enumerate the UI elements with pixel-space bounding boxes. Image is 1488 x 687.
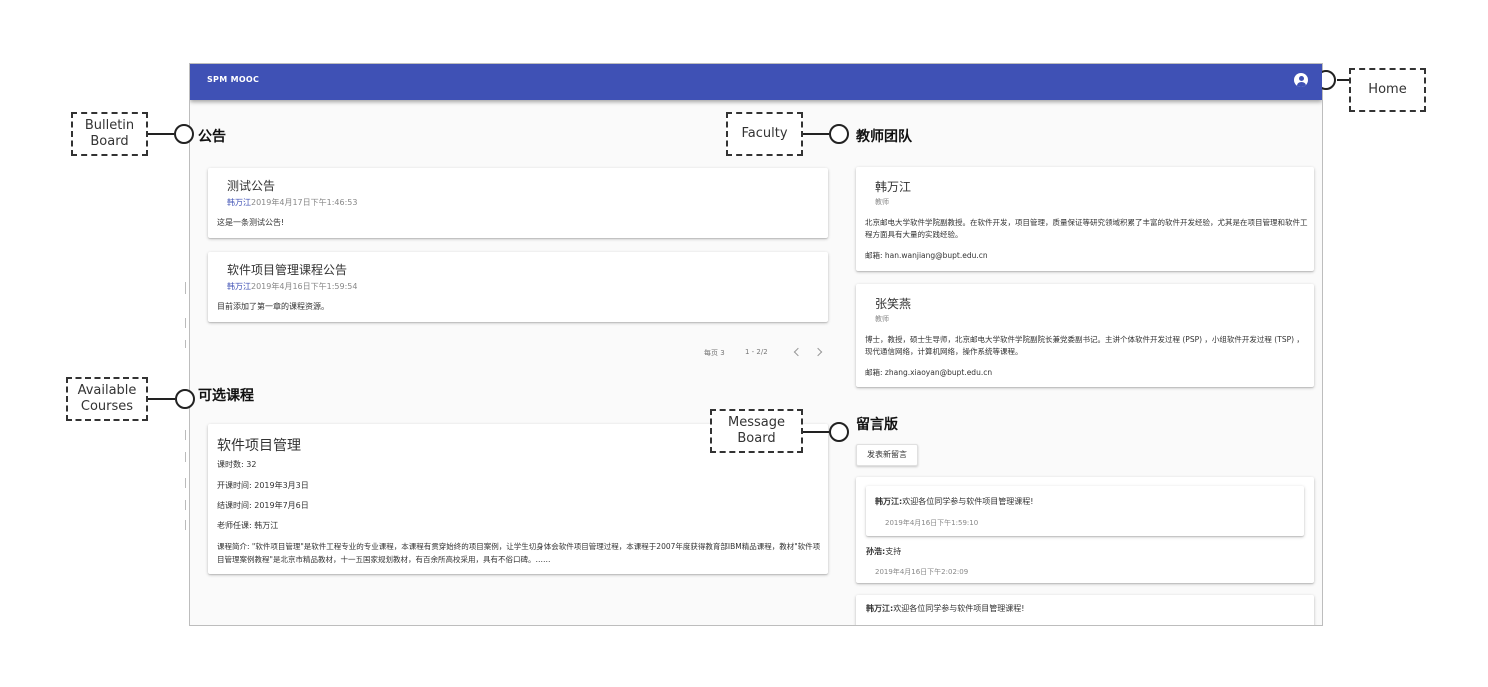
message-author: 韩万江:	[875, 497, 903, 506]
faculty-callout: Faculty	[726, 112, 803, 156]
margin-tick	[185, 340, 186, 348]
announcement-card[interactable]: 测试公告 韩万江2019年4月17日下午1:46:53 这是一条测试公告!	[208, 168, 828, 238]
message-connector	[803, 431, 829, 433]
faculty-card[interactable]: 张笑燕 教师 博士，教授，硕士生导师，北京邮电大学软件学院副院长兼党委副书记。主…	[856, 284, 1314, 387]
message-text: 欢迎各位同学参与软件项目管理课程!	[893, 604, 1025, 613]
margin-tick	[185, 500, 186, 510]
faculty-title: 教师团队	[856, 129, 912, 145]
per-page-select[interactable]: 每页 3	[704, 348, 725, 358]
message-text: 欢迎各位同学参与软件项目管理课程!	[902, 497, 1034, 506]
faculty-name: 韩万江	[875, 180, 912, 194]
announcement-author[interactable]: 韩万江	[227, 282, 251, 291]
account-circle-icon[interactable]	[1294, 73, 1308, 87]
faculty-email: 邮箱: zhang.xiaoyan@bupt.edu.cn	[865, 368, 993, 377]
faculty-bio: 北京邮电大学软件学院副教授。在软件开发，项目管理，质量保证等研究领域积累了丰富的…	[865, 218, 1308, 239]
announcement-meta: 韩万江2019年4月17日下午1:46:53	[227, 197, 357, 208]
faculty-bio: 博士，教授，硕士生导师，北京邮电大学软件学院副院长兼党委副书记。主讲个体软件开发…	[865, 335, 1304, 356]
message-line: 韩万江:欢迎各位同学参与软件项目管理课程!	[875, 495, 1033, 508]
announcement-time: 2019年4月17日下午1:46:53	[251, 198, 358, 207]
faculty-marker	[829, 124, 849, 144]
bulletin-marker	[174, 124, 194, 144]
margin-tick	[185, 452, 186, 462]
bulletin-title: 公告	[198, 129, 226, 145]
quoted-message[interactable]: 韩万江:欢迎各位同学参与软件项目管理课程! 2019年4月16日下午1:59:1…	[866, 486, 1304, 536]
faculty-role: 教师	[875, 315, 889, 323]
courses-connector	[148, 398, 175, 400]
message-thread-card[interactable]: 韩万江:欢迎各位同学参与软件项目管理课程!	[856, 595, 1314, 625]
bulletin-callout: Bulletin Board	[71, 112, 148, 156]
announcement-card[interactable]: 软件项目管理课程公告 韩万江2019年4月16日下午1:59:54 目前添加了第…	[208, 252, 828, 322]
course-name: 软件项目管理	[217, 438, 301, 454]
faculty-card[interactable]: 韩万江 教师 北京邮电大学软件学院副教授。在软件开发，项目管理，质量保证等研究领…	[856, 167, 1314, 271]
announcement-body: 这是一条测试公告!	[217, 218, 285, 227]
top-app-bar: SPM MOOC	[190, 64, 1322, 100]
message-line: 韩万江:欢迎各位同学参与软件项目管理课程!	[866, 602, 1024, 615]
message-callout: Message Board	[710, 409, 803, 453]
reply-text: 支持	[885, 547, 902, 556]
courses-callout: Available Courses	[66, 377, 148, 421]
margin-tick	[185, 478, 186, 488]
message-author: 韩万江:	[866, 604, 894, 613]
announcement-meta: 韩万江2019年4月16日下午1:59:54	[227, 281, 357, 292]
chevron-right-icon[interactable]	[813, 347, 823, 357]
chevron-left-icon[interactable]	[793, 347, 803, 357]
courses-title: 可选课程	[198, 388, 254, 404]
margin-tick	[185, 318, 186, 328]
margin-tick	[185, 520, 186, 530]
home-connector	[1337, 79, 1349, 81]
brand-title[interactable]: SPM MOOC	[207, 75, 259, 84]
faculty-name: 张笑燕	[875, 297, 912, 311]
announcement-body: 目前添加了第一章的课程资源。	[217, 302, 329, 311]
course-start: 开课时间: 2019年3月3日	[217, 481, 309, 490]
page-range: 1 - 2/2	[745, 348, 768, 356]
home-callout: Home	[1349, 68, 1426, 112]
message-marker	[829, 422, 849, 442]
announcement-time: 2019年4月16日下午1:59:54	[251, 282, 358, 291]
announcement-title: 软件项目管理课程公告	[227, 263, 348, 277]
margin-tick	[185, 430, 186, 440]
message-time: 2019年4月16日下午1:59:10	[885, 519, 979, 527]
faculty-email: 邮箱: han.wanjiang@bupt.edu.cn	[865, 251, 988, 260]
message-board-title: 留言版	[856, 417, 898, 433]
reply-line: 孙浩:支持	[866, 545, 901, 558]
courses-marker	[175, 389, 195, 409]
message-thread-card: 韩万江:欢迎各位同学参与软件项目管理课程! 2019年4月16日下午1:59:1…	[856, 477, 1314, 583]
bulletin-connector	[148, 133, 174, 135]
course-intro: 课程简介: "软件项目管理"是软件工程专业的专业课程，本课程有贯穿始终的项目案例…	[217, 542, 821, 564]
course-hours: 课时数: 32	[217, 460, 257, 469]
course-teacher: 老师任课: 韩万江	[217, 521, 279, 530]
announcement-author[interactable]: 韩万江	[227, 198, 251, 207]
course-end: 结课时间: 2019年7月6日	[217, 501, 309, 510]
new-message-button[interactable]: 发表新留言	[856, 444, 918, 466]
announcement-title: 测试公告	[227, 179, 276, 193]
margin-tick	[185, 282, 186, 294]
reply-author: 孙浩:	[866, 547, 886, 556]
faculty-connector	[803, 133, 829, 135]
faculty-role: 教师	[875, 198, 889, 206]
reply-time: 2019年4月16日下午2:02:09	[875, 568, 969, 576]
